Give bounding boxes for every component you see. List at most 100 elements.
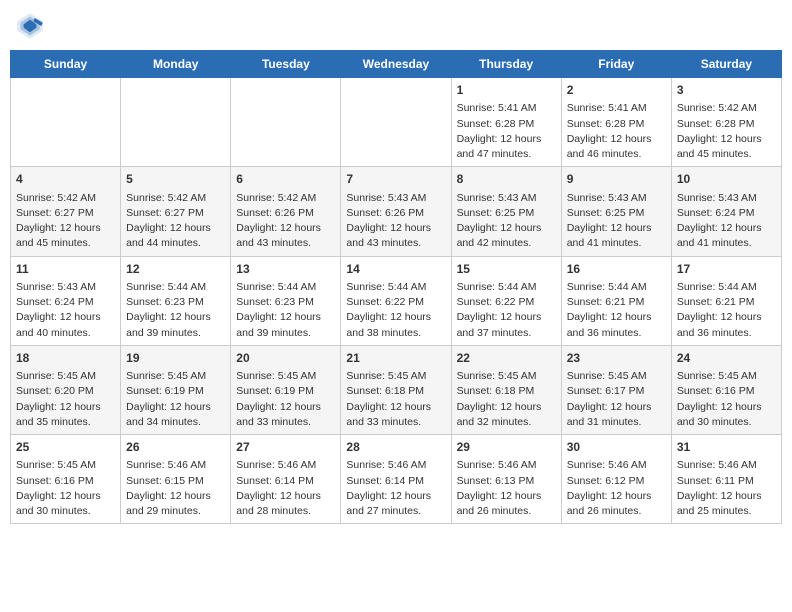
day-cell: 27 Sunrise: 5:46 AM Sunset: 6:14 PM Dayli… xyxy=(231,435,341,524)
day-number: 5 xyxy=(126,171,225,188)
day-number: 4 xyxy=(16,171,115,188)
day-number: 25 xyxy=(16,439,115,456)
day-cell: 14 Sunrise: 5:44 AM Sunset: 6:22 PM Dayli… xyxy=(341,256,451,345)
day-info: Sunrise: 5:43 AM Sunset: 6:25 PM Dayligh… xyxy=(457,191,556,252)
day-number: 10 xyxy=(677,171,776,188)
day-number: 13 xyxy=(236,261,335,278)
logo-icon xyxy=(14,10,46,42)
day-number: 21 xyxy=(346,350,445,367)
day-info: Sunrise: 5:46 AM Sunset: 6:13 PM Dayligh… xyxy=(457,458,556,519)
week-row-2: 4 Sunrise: 5:42 AM Sunset: 6:27 PM Daylig… xyxy=(11,167,782,256)
day-number: 11 xyxy=(16,261,115,278)
day-info: Sunrise: 5:44 AM Sunset: 6:23 PM Dayligh… xyxy=(236,280,335,341)
day-cell: 9Sunrise: 5:43 AM Sunset: 6:25 PM Daylig… xyxy=(561,167,671,256)
day-info: Sunrise: 5:43 AM Sunset: 6:24 PM Dayligh… xyxy=(677,191,776,252)
day-number: 8 xyxy=(457,171,556,188)
day-info: Sunrise: 5:42 AM Sunset: 6:26 PM Dayligh… xyxy=(236,191,335,252)
day-cell: 11 Sunrise: 5:43 AM Sunset: 6:24 PM Dayli… xyxy=(11,256,121,345)
day-info: Sunrise: 5:45 AM Sunset: 6:18 PM Dayligh… xyxy=(346,369,445,430)
day-info: Sunrise: 5:44 AM Sunset: 6:23 PM Dayligh… xyxy=(126,280,225,341)
day-number: 18 xyxy=(16,350,115,367)
day-info: Sunrise: 5:46 AM Sunset: 6:14 PM Dayligh… xyxy=(236,458,335,519)
day-cell: 4 Sunrise: 5:42 AM Sunset: 6:27 PM Daylig… xyxy=(11,167,121,256)
day-header-saturday: Saturday xyxy=(671,51,781,78)
day-cell: 22Sunrise: 5:45 AM Sunset: 6:18 PM Dayli… xyxy=(451,345,561,434)
day-number: 26 xyxy=(126,439,225,456)
day-number: 14 xyxy=(346,261,445,278)
day-number: 23 xyxy=(567,350,666,367)
day-cell: 12Sunrise: 5:44 AM Sunset: 6:23 PM Dayli… xyxy=(121,256,231,345)
day-info: Sunrise: 5:44 AM Sunset: 6:21 PM Dayligh… xyxy=(567,280,666,341)
day-cell xyxy=(121,78,231,167)
day-cell: 10 Sunrise: 5:43 AM Sunset: 6:24 PM Dayli… xyxy=(671,167,781,256)
logo xyxy=(14,10,50,42)
page-header xyxy=(10,10,782,42)
day-cell: 5 Sunrise: 5:42 AM Sunset: 6:27 PM Daylig… xyxy=(121,167,231,256)
day-header-monday: Monday xyxy=(121,51,231,78)
day-cell: 25 Sunrise: 5:45 AM Sunset: 6:16 PM Dayli… xyxy=(11,435,121,524)
day-number: 28 xyxy=(346,439,445,456)
day-cell: 30 Sunrise: 5:46 AM Sunset: 6:12 PM Dayli… xyxy=(561,435,671,524)
day-number: 24 xyxy=(677,350,776,367)
day-info: Sunrise: 5:46 AM Sunset: 6:14 PM Dayligh… xyxy=(346,458,445,519)
day-cell: 7 Sunrise: 5:43 AM Sunset: 6:26 PM Daylig… xyxy=(341,167,451,256)
day-cell: 26 Sunrise: 5:46 AM Sunset: 6:15 PM Dayli… xyxy=(121,435,231,524)
day-cell: 31 Sunrise: 5:46 AM Sunset: 6:11 PM Dayli… xyxy=(671,435,781,524)
day-number: 16 xyxy=(567,261,666,278)
day-info: Sunrise: 5:45 AM Sunset: 6:19 PM Dayligh… xyxy=(126,369,225,430)
week-row-1: 1Sunrise: 5:41 AM Sunset: 6:28 PM Daylig… xyxy=(11,78,782,167)
day-info: Sunrise: 5:42 AM Sunset: 6:27 PM Dayligh… xyxy=(16,191,115,252)
day-cell: 18Sunrise: 5:45 AM Sunset: 6:20 PM Dayli… xyxy=(11,345,121,434)
day-number: 27 xyxy=(236,439,335,456)
day-number: 31 xyxy=(677,439,776,456)
day-info: Sunrise: 5:44 AM Sunset: 6:21 PM Dayligh… xyxy=(677,280,776,341)
day-header-row: SundayMondayTuesdayWednesdayThursdayFrid… xyxy=(11,51,782,78)
day-header-tuesday: Tuesday xyxy=(231,51,341,78)
day-info: Sunrise: 5:43 AM Sunset: 6:25 PM Dayligh… xyxy=(567,191,666,252)
day-cell: 6 Sunrise: 5:42 AM Sunset: 6:26 PM Daylig… xyxy=(231,167,341,256)
day-number: 7 xyxy=(346,171,445,188)
week-row-4: 18Sunrise: 5:45 AM Sunset: 6:20 PM Dayli… xyxy=(11,345,782,434)
day-cell: 3 Sunrise: 5:42 AM Sunset: 6:28 PM Daylig… xyxy=(671,78,781,167)
day-cell: 28 Sunrise: 5:46 AM Sunset: 6:14 PM Dayli… xyxy=(341,435,451,524)
day-info: Sunrise: 5:43 AM Sunset: 6:26 PM Dayligh… xyxy=(346,191,445,252)
day-info: Sunrise: 5:44 AM Sunset: 6:22 PM Dayligh… xyxy=(346,280,445,341)
day-cell: 15Sunrise: 5:44 AM Sunset: 6:22 PM Dayli… xyxy=(451,256,561,345)
day-info: Sunrise: 5:45 AM Sunset: 6:19 PM Dayligh… xyxy=(236,369,335,430)
day-info: Sunrise: 5:46 AM Sunset: 6:15 PM Dayligh… xyxy=(126,458,225,519)
day-cell: 13 Sunrise: 5:44 AM Sunset: 6:23 PM Dayli… xyxy=(231,256,341,345)
day-cell: 8 Sunrise: 5:43 AM Sunset: 6:25 PM Daylig… xyxy=(451,167,561,256)
day-info: Sunrise: 5:46 AM Sunset: 6:12 PM Dayligh… xyxy=(567,458,666,519)
day-number: 3 xyxy=(677,82,776,99)
day-info: Sunrise: 5:45 AM Sunset: 6:16 PM Dayligh… xyxy=(16,458,115,519)
day-header-sunday: Sunday xyxy=(11,51,121,78)
day-cell xyxy=(341,78,451,167)
day-cell: 19 Sunrise: 5:45 AM Sunset: 6:19 PM Dayli… xyxy=(121,345,231,434)
day-header-friday: Friday xyxy=(561,51,671,78)
day-number: 15 xyxy=(457,261,556,278)
day-number: 2 xyxy=(567,82,666,99)
day-number: 6 xyxy=(236,171,335,188)
day-info: Sunrise: 5:41 AM Sunset: 6:28 PM Dayligh… xyxy=(457,101,556,162)
day-cell: 20 Sunrise: 5:45 AM Sunset: 6:19 PM Dayli… xyxy=(231,345,341,434)
day-cell: 2Sunrise: 5:41 AM Sunset: 6:28 PM Daylig… xyxy=(561,78,671,167)
day-info: Sunrise: 5:45 AM Sunset: 6:16 PM Dayligh… xyxy=(677,369,776,430)
day-cell xyxy=(11,78,121,167)
day-info: Sunrise: 5:45 AM Sunset: 6:17 PM Dayligh… xyxy=(567,369,666,430)
week-row-3: 11 Sunrise: 5:43 AM Sunset: 6:24 PM Dayli… xyxy=(11,256,782,345)
day-cell: 24 Sunrise: 5:45 AM Sunset: 6:16 PM Dayli… xyxy=(671,345,781,434)
day-number: 17 xyxy=(677,261,776,278)
day-header-thursday: Thursday xyxy=(451,51,561,78)
day-info: Sunrise: 5:43 AM Sunset: 6:24 PM Dayligh… xyxy=(16,280,115,341)
day-number: 19 xyxy=(126,350,225,367)
day-cell: 17 Sunrise: 5:44 AM Sunset: 6:21 PM Dayli… xyxy=(671,256,781,345)
day-info: Sunrise: 5:42 AM Sunset: 6:28 PM Dayligh… xyxy=(677,101,776,162)
day-number: 30 xyxy=(567,439,666,456)
day-number: 29 xyxy=(457,439,556,456)
day-info: Sunrise: 5:42 AM Sunset: 6:27 PM Dayligh… xyxy=(126,191,225,252)
day-number: 20 xyxy=(236,350,335,367)
week-row-5: 25 Sunrise: 5:45 AM Sunset: 6:16 PM Dayli… xyxy=(11,435,782,524)
day-cell: 1Sunrise: 5:41 AM Sunset: 6:28 PM Daylig… xyxy=(451,78,561,167)
calendar-table: SundayMondayTuesdayWednesdayThursdayFrid… xyxy=(10,50,782,524)
day-info: Sunrise: 5:46 AM Sunset: 6:11 PM Dayligh… xyxy=(677,458,776,519)
